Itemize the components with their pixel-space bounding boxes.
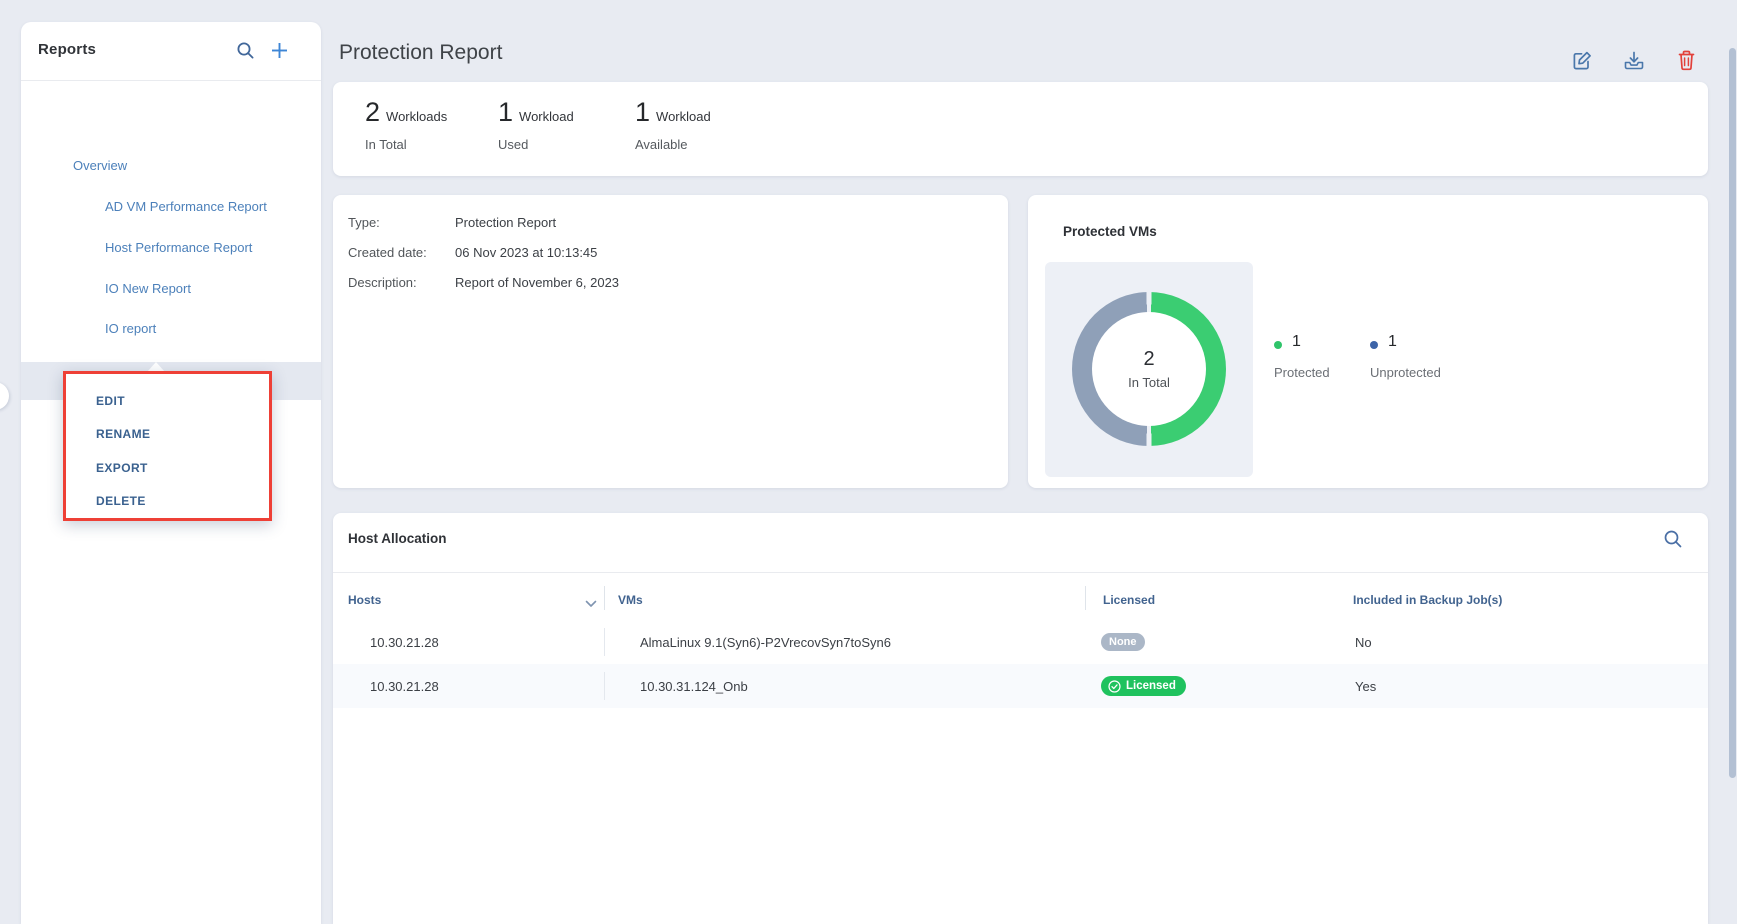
workload-stat: 1 Workload Used: [498, 97, 574, 152]
sidebar-divider: [21, 80, 321, 81]
detail-row: Description:Report of November 6, 2023: [348, 268, 993, 298]
stat-value: 1: [635, 97, 650, 128]
context-menu: EDIT RENAME EXPORT DELETE: [63, 371, 272, 521]
donut-chart: 2 In Total: [1072, 292, 1226, 446]
sidebar-item-io-report[interactable]: IO report: [21, 308, 321, 348]
row-divider: [604, 672, 605, 700]
donut-total-value: 2: [1143, 348, 1154, 371]
sidebar-item-ad-vm-performance-report[interactable]: AD VM Performance Report: [21, 186, 321, 226]
vertical-scrollbar[interactable]: [1729, 48, 1736, 778]
context-menu-item-rename[interactable]: RENAME: [96, 424, 150, 444]
detail-value: Report of November 6, 2023: [455, 268, 619, 298]
context-menu-item-export[interactable]: EXPORT: [96, 458, 148, 478]
sidebar-collapse-handle[interactable]: [0, 382, 9, 410]
chevron-down-icon[interactable]: [585, 595, 597, 613]
stat-label: Available: [635, 137, 711, 152]
check-circle-icon: [1108, 680, 1121, 693]
search-icon[interactable]: [233, 38, 257, 62]
cell-vm: 10.30.31.124_Onb: [640, 664, 748, 708]
table-search-icon[interactable]: [1661, 527, 1685, 551]
detail-label: Created date:: [348, 238, 455, 268]
column-divider: [1085, 586, 1086, 610]
sidebar-item-io-new-report[interactable]: IO New Report: [21, 268, 321, 308]
cell-licensed: Licensed: [1101, 664, 1186, 708]
stat-value: 2: [365, 97, 380, 128]
table-row: 10.30.21.28 10.30.31.124_Onb Licensed Yes: [333, 664, 1708, 708]
column-header-included: Included in Backup Job(s): [1353, 593, 1502, 607]
host-allocation-title: Host Allocation: [348, 531, 447, 546]
legend-label: Unprotected: [1370, 365, 1441, 380]
cell-licensed: None: [1101, 620, 1145, 664]
legend-value: 1: [1388, 333, 1441, 351]
column-header-licensed: Licensed: [1103, 593, 1155, 607]
page-title: Protection Report: [339, 41, 502, 65]
export-icon[interactable]: [1622, 48, 1646, 72]
licensed-badge: Licensed: [1101, 676, 1186, 696]
detail-value: 06 Nov 2023 at 10:13:45: [455, 238, 597, 268]
donut-total-caption: In Total: [1128, 375, 1170, 390]
legend-item-unprotected: 1 Unprotected: [1370, 333, 1441, 380]
badge-label: Licensed: [1126, 680, 1176, 692]
sidebar-item-label: IO New Report: [105, 281, 191, 296]
detail-row: Type:Protection Report: [348, 208, 993, 238]
legend-dot-icon: [1370, 341, 1378, 349]
legend-label: Protected: [1274, 365, 1336, 380]
plus-icon[interactable]: [267, 38, 291, 62]
delete-icon[interactable]: [1674, 48, 1698, 72]
stat-unit: Workload: [656, 109, 711, 124]
column-divider: [604, 586, 605, 610]
sidebar-item-label: AD VM Performance Report: [105, 199, 267, 214]
protected-vms-title: Protected VMs: [1063, 224, 1157, 239]
chart-legend: 1 Protected 1 Unprotected: [1274, 333, 1441, 380]
context-menu-item-delete[interactable]: DELETE: [96, 491, 146, 511]
detail-label: Type:: [348, 208, 455, 238]
edit-icon[interactable]: [1570, 48, 1594, 72]
sidebar-header: Reports: [21, 22, 321, 80]
table-header: Hosts VMs Licensed Included in Backup Jo…: [333, 583, 1708, 620]
workload-stats-card: 2 Workloads In Total 1 Workload Used 1 Workload…: [333, 82, 1708, 176]
sidebar-title: Reports: [38, 41, 96, 58]
context-menu-item-edit[interactable]: EDIT: [96, 391, 125, 411]
host-allocation-card: Host Allocation Hosts VMs Licensed Inclu…: [333, 513, 1708, 924]
protected-vms-card: Protected VMs 2 In Total 1 Protected 1 Unpr…: [1028, 195, 1708, 488]
table-row: 10.30.21.28 AlmaLinux 9.1(Syn6)-P2VrecovS…: [333, 620, 1708, 664]
sidebar-item-label: IO report: [105, 321, 156, 336]
sidebar-item-host-performance-report[interactable]: Host Performance Report: [21, 227, 321, 267]
cell-included: No: [1355, 620, 1372, 664]
sidebar-item-overview[interactable]: Overview: [21, 145, 321, 185]
cell-host: 10.30.21.28: [370, 664, 439, 708]
legend-value: 1: [1292, 333, 1336, 351]
table-body: 10.30.21.28 AlmaLinux 9.1(Syn6)-P2VrecovS…: [333, 620, 1708, 708]
cell-included: Yes: [1355, 664, 1376, 708]
header-actions: [1570, 48, 1698, 72]
detail-label: Description:: [348, 268, 455, 298]
detail-row: Created date:06 Nov 2023 at 10:13:45: [348, 238, 993, 268]
workload-stat: 2 Workloads In Total: [365, 97, 447, 152]
stat-value: 1: [498, 97, 513, 128]
legend-dot-icon: [1274, 341, 1282, 349]
legend-item-protected: 1 Protected: [1274, 333, 1336, 380]
row-divider: [604, 628, 605, 656]
sidebar-item-label: Host Performance Report: [105, 240, 252, 255]
workload-stat: 1 Workload Available: [635, 97, 711, 152]
stat-unit: Workloads: [386, 109, 447, 124]
stat-label: In Total: [365, 137, 447, 152]
protected-vms-chart: 2 In Total: [1045, 262, 1253, 477]
cell-host: 10.30.21.28: [370, 620, 439, 664]
card-divider: [333, 572, 1708, 573]
column-header-hosts[interactable]: Hosts: [348, 593, 381, 607]
none-badge: None: [1101, 633, 1145, 651]
sidebar-item-label: Overview: [73, 158, 127, 173]
report-details-card: Type:Protection ReportCreated date:06 No…: [333, 195, 1008, 488]
column-header-vms: VMs: [618, 593, 643, 607]
stat-unit: Workload: [519, 109, 574, 124]
cell-vm: AlmaLinux 9.1(Syn6)-P2VrecovSyn7toSyn6: [640, 620, 891, 664]
stat-label: Used: [498, 137, 574, 152]
detail-value: Protection Report: [455, 208, 556, 238]
